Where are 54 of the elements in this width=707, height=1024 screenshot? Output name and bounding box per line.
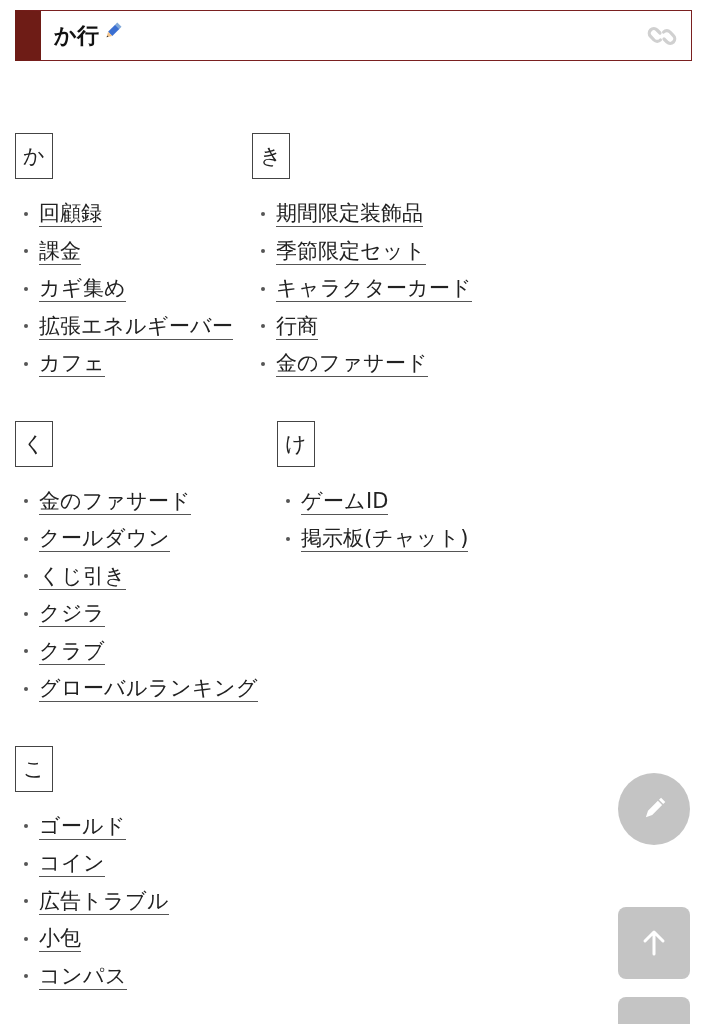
bullet-icon — [24, 499, 28, 504]
term-link[interactable]: 期間限定装飾品 — [276, 200, 423, 228]
term-link[interactable]: クールダウン — [39, 525, 170, 553]
scroll-top-button[interactable] — [618, 907, 690, 979]
term-link[interactable]: 行商 — [276, 312, 318, 340]
term-link[interactable]: くじ引き — [39, 562, 126, 590]
bullet-icon — [261, 249, 265, 254]
term-link[interactable]: 金のファサード — [276, 350, 428, 378]
term-link[interactable]: ゲームID — [301, 487, 389, 515]
term-link[interactable]: 広告トラブル — [39, 887, 169, 915]
bullet-icon — [286, 499, 290, 504]
bullet-icon — [24, 649, 28, 654]
term-link[interactable]: 回顧録 — [39, 200, 102, 228]
bullet-icon — [261, 324, 265, 329]
term-link[interactable]: グローバルランキング — [39, 675, 258, 703]
bullet-icon — [24, 861, 28, 866]
term-link[interactable]: クジラ — [39, 600, 105, 628]
term-link[interactable]: 課金 — [39, 237, 81, 265]
bullet-icon — [261, 286, 265, 291]
bullet-icon — [24, 361, 28, 366]
link-icon[interactable] — [647, 24, 677, 47]
bullet-icon — [24, 211, 28, 216]
section-title: か行 — [54, 21, 99, 50]
bullet-icon — [24, 824, 28, 829]
bullet-icon — [24, 324, 28, 329]
term-link[interactable]: キャラクターカード — [276, 275, 472, 303]
term-link[interactable]: 小包 — [39, 925, 81, 953]
section-heading: か — [15, 133, 53, 179]
bullet-icon — [286, 536, 290, 541]
bullet-icon — [261, 211, 265, 216]
bullet-icon — [24, 611, 28, 616]
term-link[interactable]: クラブ — [39, 637, 105, 665]
bullet-icon — [24, 249, 28, 254]
term-link[interactable]: コンパス — [39, 962, 127, 990]
section-heading: こ — [15, 745, 53, 792]
bullet-icon — [24, 574, 28, 579]
bullet-icon — [24, 899, 28, 904]
term-link[interactable]: 季節限定セット — [276, 237, 426, 265]
bullet-icon — [24, 686, 28, 691]
term-link[interactable]: 拡張エネルギーバー — [39, 312, 233, 340]
section-heading: き — [252, 133, 290, 179]
section-heading: く — [15, 420, 53, 467]
term-link[interactable]: カフェ — [39, 350, 105, 378]
bullet-icon — [24, 974, 28, 979]
bullet-icon — [261, 361, 265, 366]
bullet-icon — [24, 936, 28, 941]
section-heading: け — [277, 420, 315, 467]
bullet-icon — [24, 536, 28, 541]
term-link[interactable]: ゴールド — [39, 812, 126, 840]
term-link[interactable]: カギ集め — [39, 275, 126, 303]
term-link[interactable]: 金のファサード — [39, 487, 191, 515]
term-link[interactable]: 掲示板(チャット) — [301, 525, 469, 553]
term-link[interactable]: コイン — [39, 850, 105, 878]
bullet-icon — [24, 286, 28, 291]
